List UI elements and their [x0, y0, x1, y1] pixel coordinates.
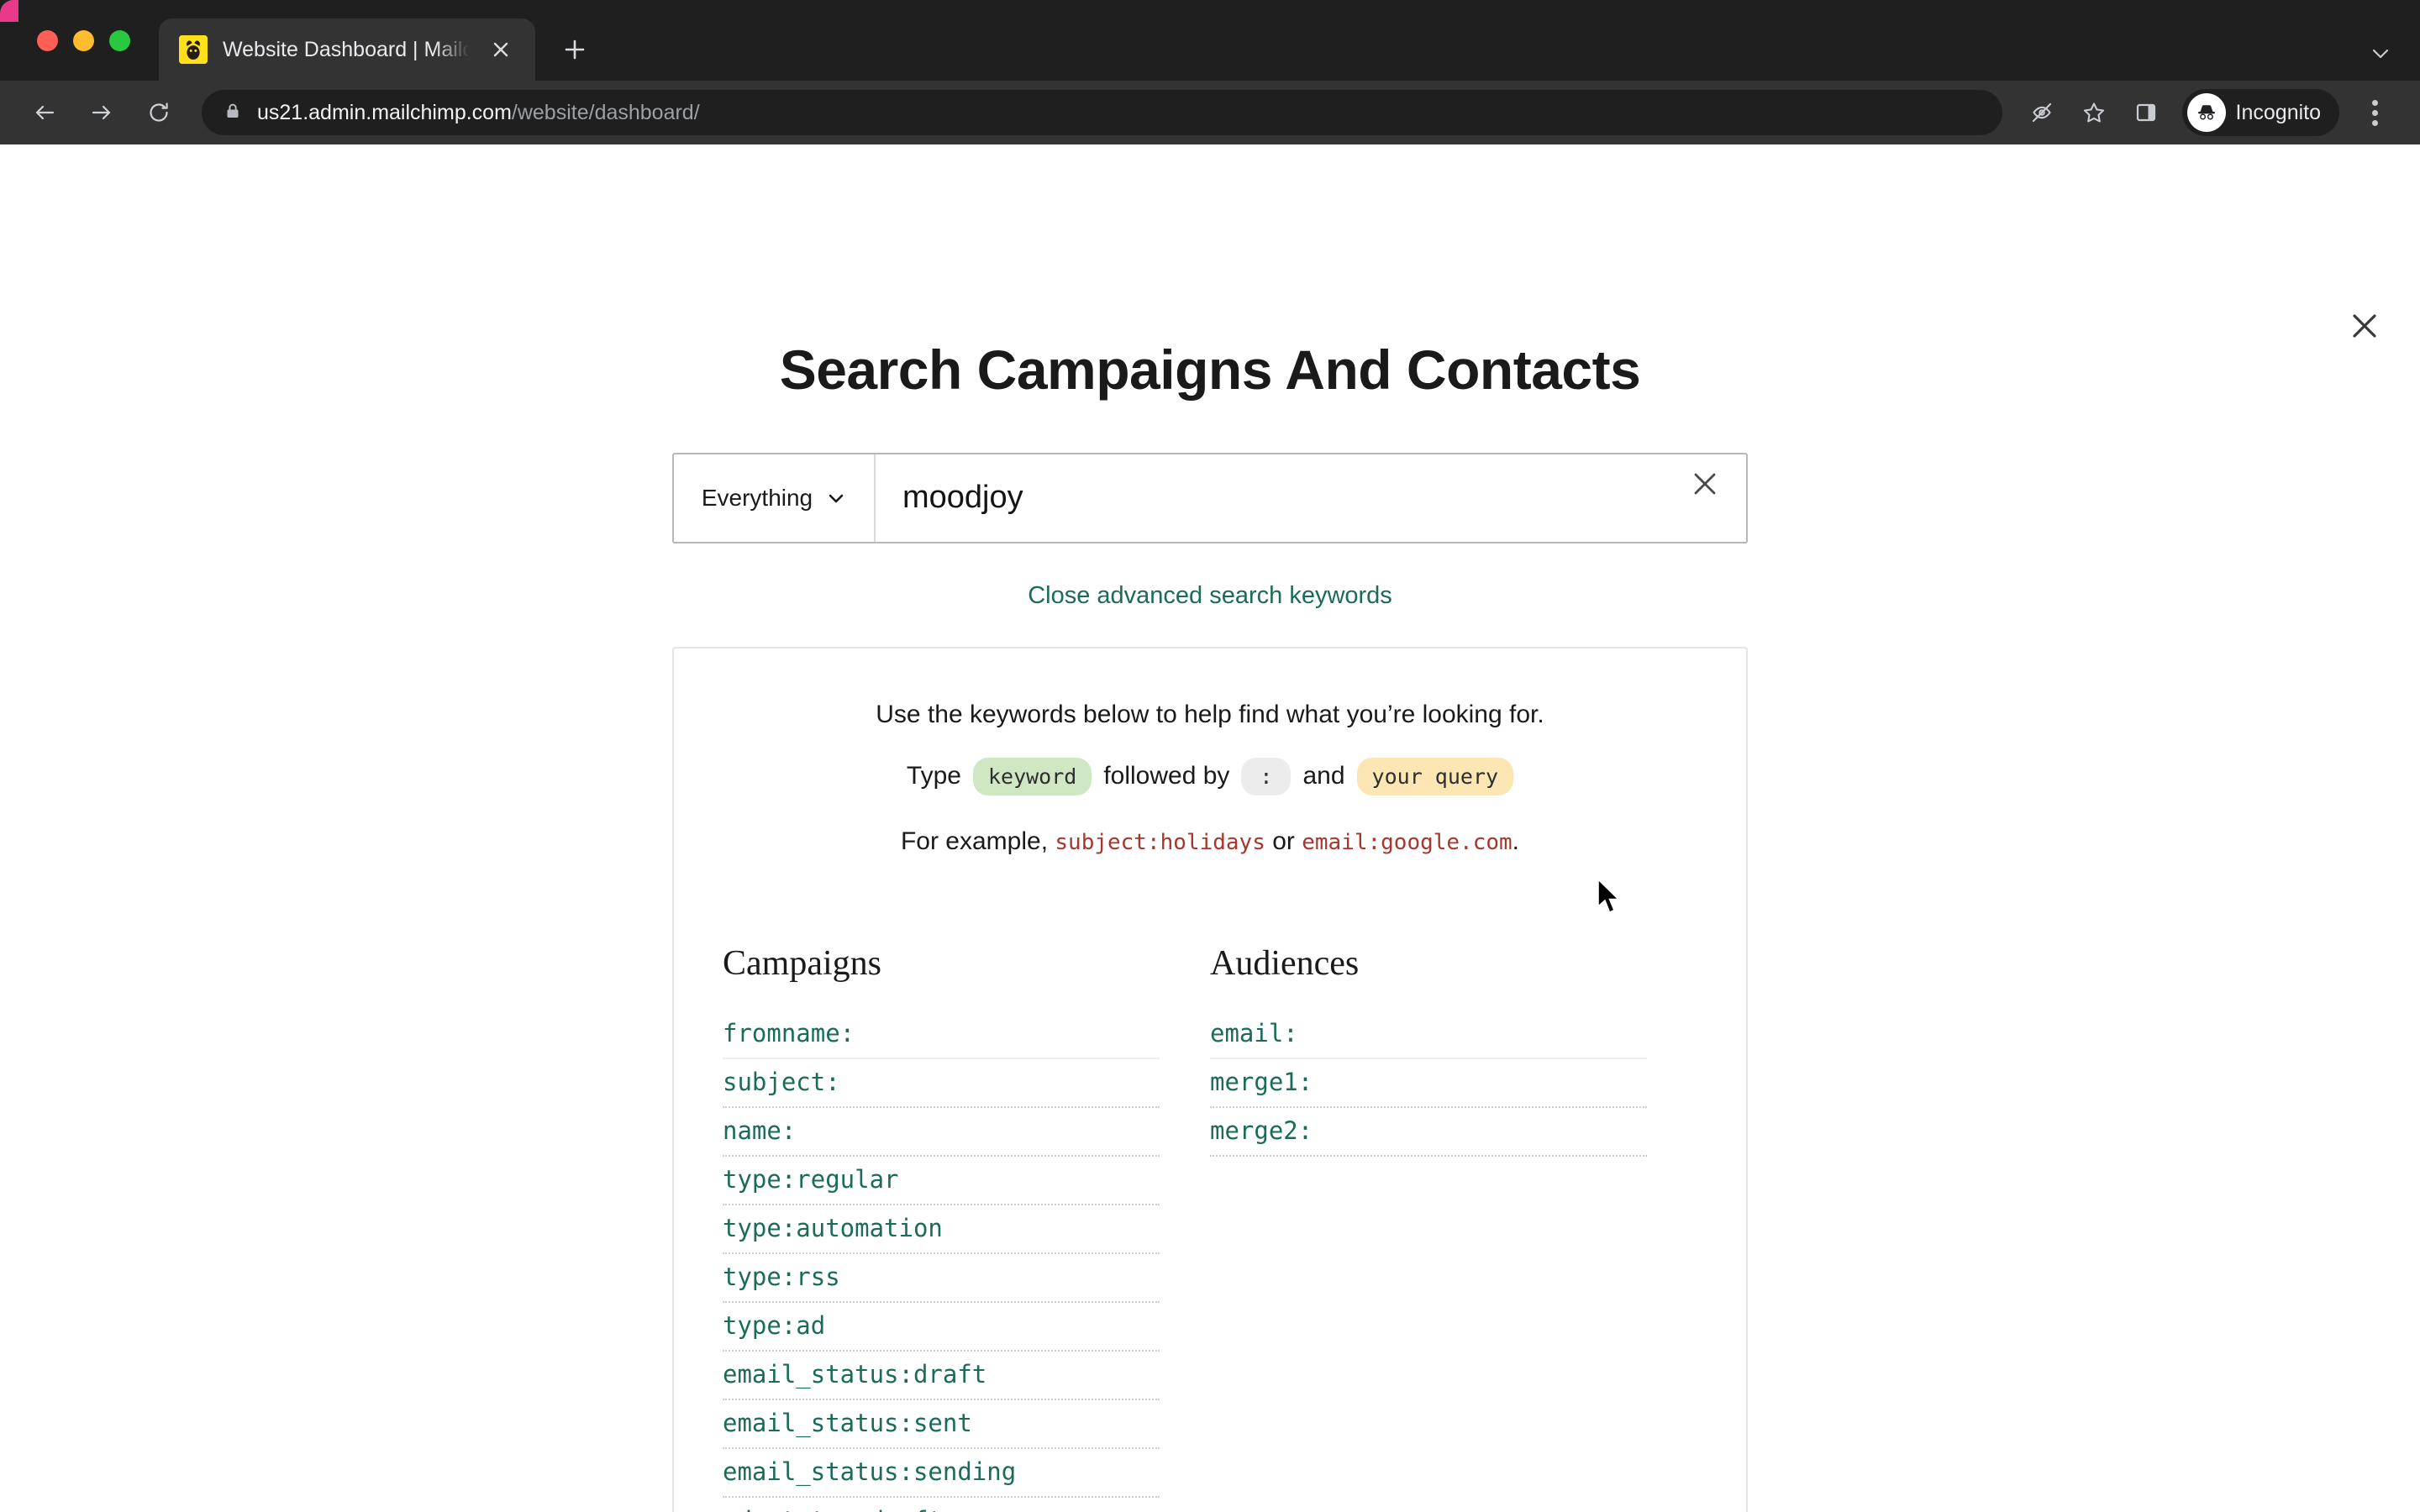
back-button[interactable]	[18, 87, 71, 139]
window-edge-accent	[0, 0, 18, 22]
keyword-link[interactable]: name:	[723, 1116, 796, 1145]
keyword-link[interactable]: email_status:draft	[723, 1360, 986, 1389]
example-suffix: .	[1512, 827, 1520, 855]
close-icon[interactable]	[2339, 301, 2390, 351]
keyword-link[interactable]: type:rss	[723, 1263, 840, 1291]
bookmark-star-icon[interactable]	[2070, 88, 2118, 137]
list-item: type:rss	[723, 1254, 1160, 1303]
address-bar[interactable]: us21.admin.mailchimp.com/website/dashboa…	[202, 90, 2002, 135]
keyword-link[interactable]: email_status:sending	[723, 1457, 1016, 1486]
audiences-column: Audiences email: merge1: merge2:	[1210, 943, 1697, 1512]
campaigns-heading: Campaigns	[723, 943, 881, 983]
tab-close-icon[interactable]	[485, 34, 517, 66]
keyword-link[interactable]: subject:	[723, 1068, 840, 1096]
kebab-dot	[2371, 119, 2378, 126]
kebab-dot	[2371, 109, 2378, 116]
toolbar-actions: Incognito	[2018, 88, 2398, 137]
search-input-wrapper	[876, 454, 1676, 542]
keyword-pill: keyword	[972, 757, 1092, 795]
type-word: Type	[906, 762, 961, 790]
eye-off-icon[interactable]	[2018, 88, 2066, 137]
window-controls	[25, 0, 159, 81]
and-word: and	[1302, 762, 1345, 790]
keyword-syntax-row: Type keyword followed by : and your quer…	[906, 757, 1514, 795]
url-path: /website/dashboard/	[511, 100, 700, 124]
list-item: email:	[1210, 1011, 1647, 1059]
list-item: ad_status:draft	[723, 1498, 1160, 1512]
keyword-link[interactable]: type:regular	[723, 1165, 899, 1194]
tab-title: Website Dashboard | Mailchimp	[223, 37, 470, 61]
incognito-profile-button[interactable]: Incognito	[2181, 89, 2339, 136]
keyword-link[interactable]: type:automation	[723, 1214, 943, 1242]
window-close-button[interactable]	[37, 29, 58, 51]
list-item: merge1:	[1210, 1059, 1647, 1108]
browser-chrome: Website Dashboard | Mailchimp	[0, 0, 2420, 144]
keyword-example-row: For example, subject:holidays or email:g…	[901, 827, 1519, 856]
clear-search-icon[interactable]	[1676, 454, 1734, 513]
side-panel-icon[interactable]	[2122, 88, 2170, 137]
keyword-link[interactable]: email:	[1210, 1019, 1298, 1047]
url-host: us21.admin.mailchimp.com	[257, 100, 512, 124]
kebab-dot	[2371, 99, 2378, 106]
list-item: type:ad	[723, 1303, 1160, 1352]
list-item: merge2:	[1210, 1108, 1647, 1157]
keyword-link[interactable]: fromname:	[723, 1019, 855, 1047]
list-item: fromname:	[723, 1011, 1160, 1059]
search-bar: Everything	[672, 452, 1748, 543]
search-scope-dropdown[interactable]: Everything	[674, 454, 876, 542]
campaigns-column: Campaigns fromname: subject: name: type:…	[723, 943, 1210, 1512]
keyword-link[interactable]: merge2:	[1210, 1116, 1313, 1145]
list-item: email_status:sent	[723, 1400, 1160, 1449]
audiences-keyword-list: email: merge1: merge2:	[1210, 1011, 1647, 1157]
tab-strip: Website Dashboard | Mailchimp	[0, 0, 2420, 81]
example-code-subject: subject:holidays	[1055, 829, 1265, 855]
search-modal-content: Search Campaigns And Contacts Everything…	[0, 144, 2420, 1512]
keyword-link[interactable]: ad_status:draft	[723, 1506, 943, 1512]
page-title: Search Campaigns And Contacts	[779, 339, 1641, 401]
keyword-link[interactable]: type:ad	[723, 1311, 825, 1340]
keyword-link[interactable]: email_status:sent	[723, 1409, 972, 1437]
forward-button[interactable]	[76, 87, 128, 139]
followed-by-word: followed by	[1103, 762, 1230, 790]
incognito-label: Incognito	[2235, 100, 2321, 124]
example-prefix: For example,	[900, 827, 1049, 855]
chevron-down-icon	[2370, 43, 2391, 69]
search-scope-label: Everything	[701, 484, 813, 511]
lock-icon	[224, 102, 242, 124]
search-overlay: Search Campaigns And Contacts Everything…	[0, 144, 2420, 1512]
reload-button[interactable]	[133, 87, 185, 139]
colon-pill: :	[1241, 757, 1292, 795]
incognito-icon	[2186, 93, 2226, 132]
list-item: subject:	[723, 1059, 1160, 1108]
example-code-email: email:google.com	[1302, 829, 1512, 855]
kebab-menu-icon[interactable]	[2351, 89, 2398, 136]
window-minimize-button[interactable]	[73, 29, 94, 51]
toggle-advanced-search-link[interactable]: Close advanced search keywords	[1028, 582, 1392, 610]
tab-search-button[interactable]	[2370, 43, 2420, 81]
list-item: type:regular	[723, 1157, 1160, 1205]
list-item: email_status:sending	[723, 1449, 1160, 1498]
list-item: name:	[723, 1108, 1160, 1157]
campaigns-keyword-list: fromname: subject: name: type:regular ty…	[723, 1011, 1160, 1512]
chevron-down-icon	[826, 488, 846, 508]
new-tab-button[interactable]	[549, 24, 601, 76]
example-or: or	[1272, 827, 1295, 855]
list-item: type:automation	[723, 1205, 1160, 1254]
list-item: email_status:draft	[723, 1352, 1160, 1400]
search-input[interactable]	[902, 480, 1654, 517]
keyword-columns: Campaigns fromname: subject: name: type:…	[723, 943, 1697, 1512]
browser-tab-active[interactable]: Website Dashboard | Mailchimp	[159, 18, 535, 81]
mailchimp-favicon	[179, 35, 208, 64]
browser-toolbar: us21.admin.mailchimp.com/website/dashboa…	[0, 81, 2420, 144]
audiences-heading: Audiences	[1210, 943, 1360, 983]
advanced-keywords-card: Use the keywords below to help find what…	[672, 646, 1748, 1512]
keyword-link[interactable]: merge1:	[1210, 1068, 1313, 1096]
address-bar-url: us21.admin.mailchimp.com/website/dashboa…	[257, 101, 700, 125]
keywords-hint-line: Use the keywords below to help find what…	[876, 700, 1544, 728]
query-pill: your query	[1356, 757, 1514, 795]
window-maximize-button[interactable]	[109, 29, 130, 51]
